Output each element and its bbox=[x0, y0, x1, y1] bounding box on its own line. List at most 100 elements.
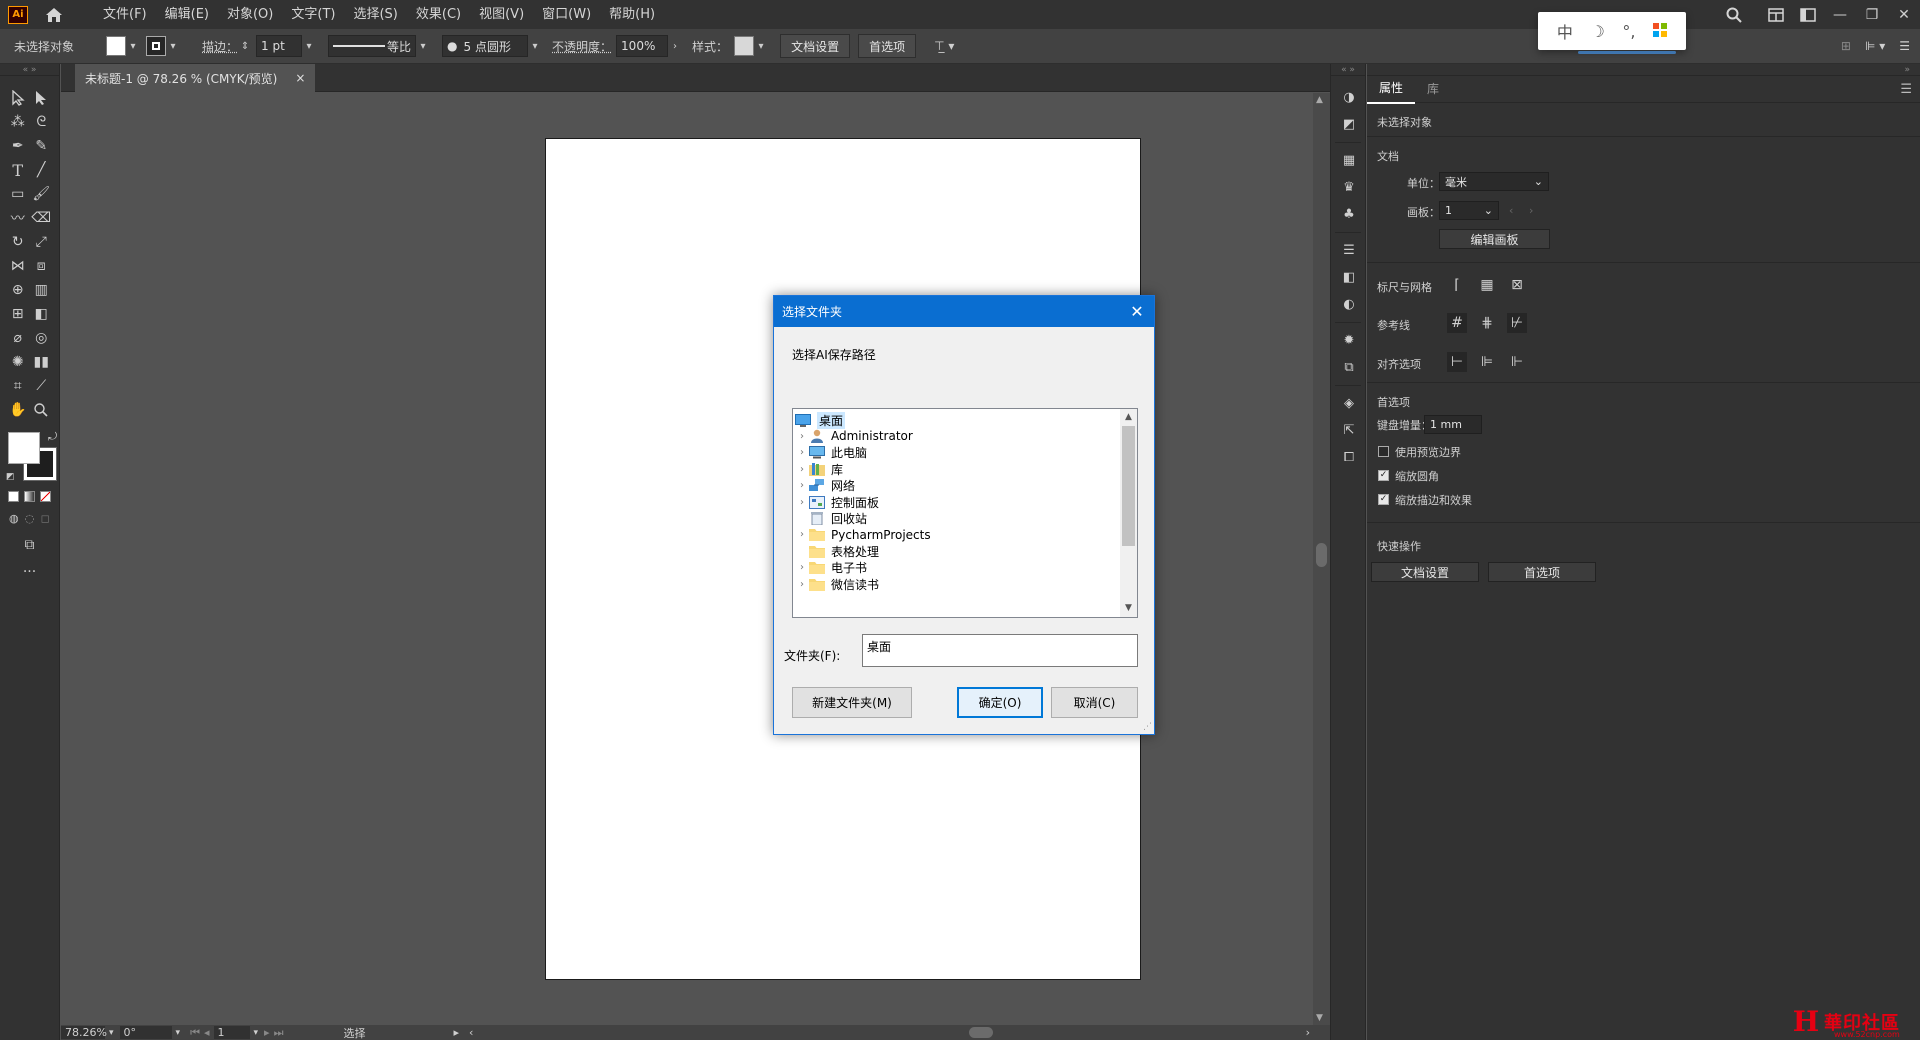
draw-inside-icon[interactable]: ◻ bbox=[37, 507, 53, 529]
lasso-tool-icon[interactable]: ᘓ bbox=[30, 111, 54, 133]
use-preview-bounds-checkbox[interactable] bbox=[1378, 446, 1389, 457]
menu-select[interactable]: 选择(S) bbox=[344, 0, 406, 29]
stroke-panel-icon[interactable]: ☰ bbox=[1331, 237, 1367, 264]
preferences-button[interactable]: 首选项 bbox=[858, 34, 917, 58]
close-icon[interactable]: ✕ bbox=[1120, 296, 1154, 327]
scale-strokes-checkbox[interactable]: ✓ bbox=[1378, 494, 1389, 505]
fill-swatch[interactable] bbox=[8, 432, 40, 464]
type-tool-icon[interactable]: T bbox=[6, 159, 30, 181]
zoom-tool-icon[interactable] bbox=[30, 399, 54, 421]
rotate-tool-icon[interactable]: ↻ bbox=[6, 231, 30, 253]
scroll-down-icon[interactable]: ▼ bbox=[1316, 1013, 1323, 1023]
chevron-down-icon[interactable]: ▾ bbox=[109, 1028, 114, 1038]
quick-doc-setup-button[interactable]: 文档设置 bbox=[1371, 562, 1479, 582]
stroke-weight-input[interactable]: 1 pt bbox=[256, 35, 303, 57]
ruler-icon[interactable]: ⌈ bbox=[1447, 275, 1467, 295]
width-tool-icon[interactable]: ⋈ bbox=[6, 255, 30, 277]
close-window-icon[interactable]: ✕ bbox=[1888, 0, 1920, 29]
tab-libraries[interactable]: 库 bbox=[1415, 76, 1451, 103]
punctuation-toggle[interactable]: °, bbox=[1622, 22, 1635, 41]
expand-arrow-icon[interactable]: › bbox=[795, 579, 809, 590]
document-setup-button[interactable]: 文档设置 bbox=[780, 34, 851, 58]
ok-button[interactable]: 确定(O) bbox=[957, 687, 1043, 718]
swatches-panel-icon[interactable]: ▦ bbox=[1331, 147, 1367, 174]
workspace-switcher-icon[interactable] bbox=[1792, 0, 1824, 29]
search-icon[interactable] bbox=[1718, 0, 1750, 29]
color-panel-icon[interactable]: ◑ bbox=[1331, 84, 1367, 111]
paintbrush-tool-icon[interactable]: 🖌 bbox=[30, 183, 54, 205]
horizontal-scrollbar[interactable] bbox=[473, 1027, 1305, 1038]
chevron-right-icon[interactable]: › bbox=[668, 41, 682, 52]
color-guide-icon[interactable]: ◩ bbox=[1331, 111, 1367, 138]
color-mode-icon[interactable] bbox=[6, 485, 22, 507]
scroll-right-icon[interactable]: › bbox=[1306, 1026, 1310, 1039]
scale-corners-checkbox[interactable]: ✓ bbox=[1378, 470, 1389, 481]
transparency-panel-icon[interactable]: ◐ bbox=[1331, 291, 1367, 318]
opacity-input[interactable]: 100% bbox=[616, 35, 669, 57]
graphic-style-swatch[interactable] bbox=[734, 36, 755, 56]
edit-toolbar-icon[interactable]: ··· bbox=[18, 561, 42, 583]
gradient-tool-icon[interactable]: ◧ bbox=[30, 303, 54, 325]
vertical-scrollbar[interactable]: ▲ ▼ bbox=[1313, 93, 1330, 1025]
symbol-sprayer-tool-icon[interactable]: ✺ bbox=[6, 351, 30, 373]
transparency-grid-icon[interactable]: ⊠ bbox=[1507, 275, 1527, 295]
change-screen-mode-icon[interactable]: ⧉ bbox=[18, 534, 42, 556]
brushes-panel-icon[interactable]: ♛ bbox=[1331, 174, 1367, 201]
minimize-icon[interactable]: — bbox=[1824, 0, 1856, 29]
keyboard-increment-input[interactable]: 1 mm bbox=[1424, 415, 1482, 434]
shaper-tool-icon[interactable]: 〰 bbox=[6, 207, 30, 229]
graphic-styles-icon[interactable]: ⧉ bbox=[1331, 354, 1367, 381]
chevron-down-icon[interactable]: ▾ bbox=[754, 41, 768, 52]
zoom-level-field[interactable]: 78.26% bbox=[61, 1026, 107, 1039]
tab-properties[interactable]: 属性 bbox=[1367, 75, 1416, 104]
tree-scroll-thumb[interactable] bbox=[1122, 426, 1135, 546]
layers-panel-icon[interactable]: ◈ bbox=[1331, 390, 1367, 417]
control-bar-menu-icon[interactable]: ☰ bbox=[1899, 39, 1910, 53]
menu-window[interactable]: 窗口(W) bbox=[533, 0, 600, 29]
artboard-select[interactable]: 1 ⌄ bbox=[1439, 201, 1499, 220]
show-guides-icon[interactable]: # bbox=[1447, 313, 1467, 333]
none-mode-icon[interactable] bbox=[37, 485, 53, 507]
chevron-down-icon[interactable]: ▾ bbox=[254, 1028, 259, 1038]
align-to-icon[interactable]: ⊤̲ ▾ bbox=[934, 39, 954, 53]
previous-artboard-icon[interactable]: ‹ bbox=[1509, 204, 1513, 217]
gradient-panel-icon[interactable]: ◧ bbox=[1331, 264, 1367, 291]
stroke-label[interactable]: 描边： bbox=[202, 38, 238, 55]
artboard-navigator[interactable]: 1 bbox=[213, 1026, 250, 1039]
line-segment-tool-icon[interactable]: ╱ bbox=[30, 159, 54, 181]
chevron-down-icon[interactable]: ▾ bbox=[176, 1028, 181, 1038]
tree-item[interactable]: › 微信读书 bbox=[795, 574, 879, 594]
status-menu-icon[interactable]: ▸ bbox=[453, 1026, 459, 1039]
ime-grid-icon[interactable] bbox=[1653, 22, 1668, 41]
menu-type[interactable]: 文字(T) bbox=[282, 0, 344, 29]
align-to-key-icon[interactable]: ⊫ bbox=[1477, 352, 1497, 372]
free-transform-tool-icon[interactable]: ⧈ bbox=[30, 255, 54, 277]
ime-mode-toggle[interactable]: 中 bbox=[1557, 19, 1573, 43]
home-icon[interactable] bbox=[42, 3, 66, 27]
chevron-down-icon[interactable]: ▾ bbox=[416, 41, 430, 52]
quick-preferences-button[interactable]: 首选项 bbox=[1488, 562, 1596, 582]
expand-arrow-icon[interactable]: › bbox=[795, 464, 809, 475]
blend-tool-icon[interactable]: ◎ bbox=[30, 327, 54, 349]
last-artboard-icon[interactable]: ⏭ bbox=[274, 1026, 284, 1040]
arrange-documents-icon[interactable] bbox=[1760, 0, 1792, 29]
cancel-button[interactable]: 取消(C) bbox=[1051, 687, 1138, 718]
restore-icon[interactable]: ❐ bbox=[1856, 0, 1888, 29]
tree-scrollbar[interactable]: ▲ ▼ bbox=[1120, 409, 1137, 617]
dock-collapse-icon[interactable]: « » bbox=[1331, 64, 1365, 76]
expand-arrow-icon[interactable]: › bbox=[795, 497, 809, 508]
selection-tool-icon[interactable] bbox=[6, 87, 30, 109]
scale-tool-icon[interactable]: ⤢ bbox=[30, 231, 54, 253]
panel-menu-icon[interactable]: ☰ bbox=[1900, 82, 1912, 97]
stroke-color-swatch[interactable] bbox=[146, 36, 167, 56]
menu-view[interactable]: 视图(V) bbox=[470, 0, 533, 29]
new-folder-button[interactable]: 新建文件夹(M) bbox=[792, 687, 912, 718]
perspective-grid-tool-icon[interactable]: ▥ bbox=[30, 279, 54, 301]
eyedropper-tool-icon[interactable]: ⌀ bbox=[6, 327, 30, 349]
scroll-up-icon[interactable]: ▲ bbox=[1120, 409, 1137, 426]
asset-export-icon[interactable]: ⇱ bbox=[1331, 417, 1367, 444]
scroll-up-icon[interactable]: ▲ bbox=[1316, 95, 1323, 105]
panel-collapse-icon[interactable]: » bbox=[1367, 64, 1920, 76]
chevron-down-icon[interactable]: ▾ bbox=[528, 41, 542, 52]
document-tab[interactable]: 未标题-1 @ 78.26 % (CMYK/预览) × bbox=[75, 64, 316, 92]
